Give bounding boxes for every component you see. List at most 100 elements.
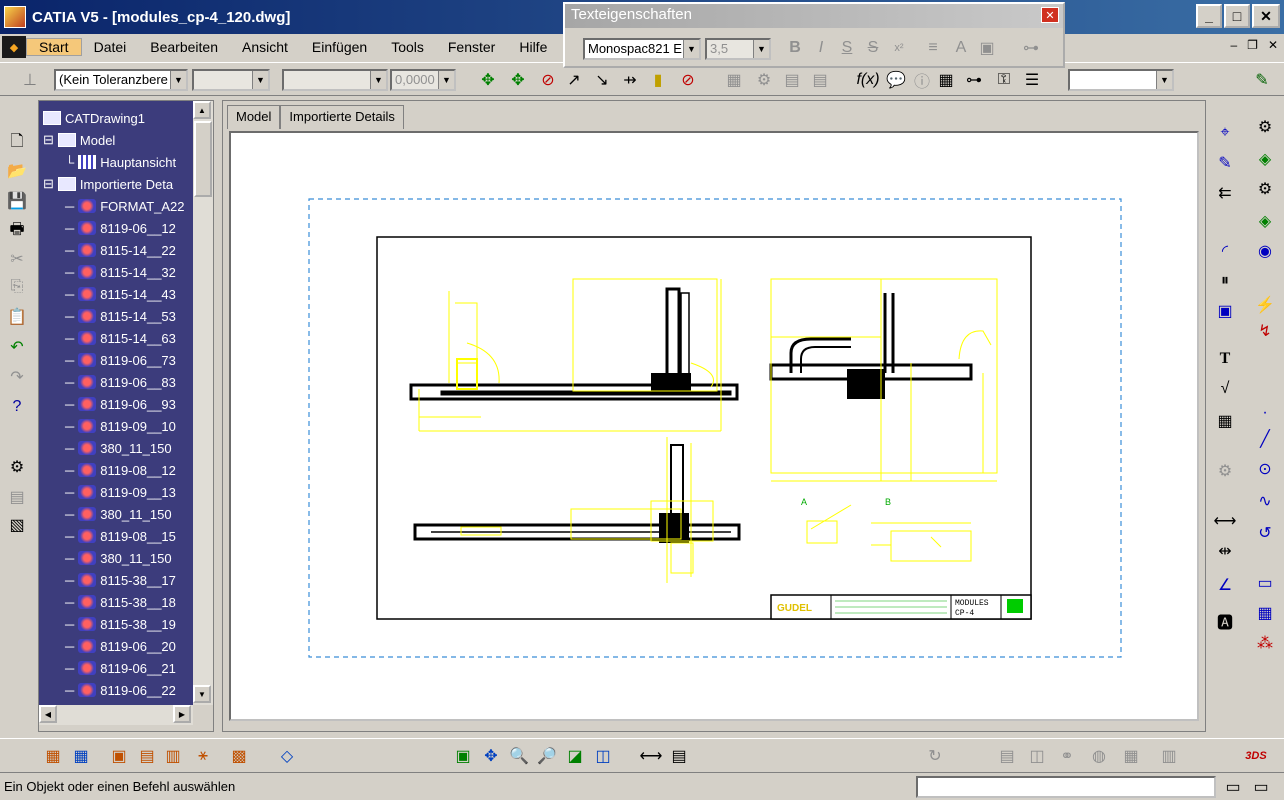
catalog-icon[interactable]: ▦	[1120, 745, 1142, 767]
tree-detail-item[interactable]: ─ 380_11_150	[65, 503, 193, 525]
window-view-icon[interactable]: ◫	[592, 745, 614, 767]
underline-icon[interactable]: S	[835, 36, 859, 60]
table-grid-icon[interactable]: ▦	[934, 68, 958, 92]
formula-icon[interactable]: f(x)	[856, 68, 880, 92]
bold-icon[interactable]: B	[783, 36, 807, 60]
settings-icon[interactable]: ⚙	[6, 456, 28, 478]
mdi-close-button[interactable]: ✕	[1268, 38, 1278, 52]
text-icon[interactable]: T	[1214, 348, 1236, 370]
frame-view-icon[interactable]: ▣	[1214, 300, 1236, 322]
snap-icon[interactable]: ⊘	[536, 68, 560, 92]
bars-icon[interactable]: ☰	[1020, 68, 1044, 92]
tree-detail-item[interactable]: ─ FORMAT_A22	[65, 195, 193, 217]
zoom-out-icon[interactable]: 🔎	[536, 745, 558, 767]
arrows-icon[interactable]: ⇸	[618, 68, 642, 92]
lock-icon[interactable]: ⚿	[992, 68, 1016, 92]
tree-horizontal-scrollbar[interactable]: ◀ ▶	[39, 705, 193, 725]
tree-detail-item[interactable]: ─ 8119-06__12	[65, 217, 193, 239]
tab-model[interactable]: Model	[227, 105, 281, 129]
print-icon[interactable]: 🖶	[6, 220, 28, 242]
menu-ansicht[interactable]: Ansicht	[230, 39, 300, 55]
grid-alt-icon[interactable]: ▤	[808, 68, 832, 92]
sketch-icon[interactable]: ✎	[1250, 68, 1274, 92]
properties-icon[interactable]: ▤	[6, 486, 28, 508]
frame-icon[interactable]: ▣	[975, 36, 999, 60]
tree-detail-item[interactable]: ─ 8115-38__17	[65, 569, 193, 591]
pan-icon[interactable]: ✥	[480, 745, 502, 767]
comment-icon[interactable]: 💬	[884, 68, 908, 92]
circle-icon[interactable]: ⊙	[1254, 458, 1276, 480]
strikethrough-icon[interactable]: S	[861, 36, 885, 60]
superscript-icon[interactable]: x²	[887, 36, 911, 60]
eraser-icon[interactable]: ◇	[276, 745, 298, 767]
red-line-icon[interactable]: ↯	[1254, 320, 1276, 342]
line-icon[interactable]: ╱	[1254, 428, 1276, 450]
diagonal-icon[interactable]: ↘	[590, 68, 614, 92]
info-icon[interactable]: ⓘ	[910, 68, 934, 92]
maximize-button[interactable]: □	[1224, 4, 1250, 28]
text-size-icon[interactable]: A	[949, 36, 973, 60]
table-icon[interactable]: ▦	[1214, 410, 1236, 432]
grid-icon[interactable]: ▤	[780, 68, 804, 92]
italic-icon[interactable]: I	[809, 36, 833, 60]
tree-imported[interactable]: ⊟ Importierte Deta	[43, 173, 193, 195]
minimize-button[interactable]: _	[1196, 4, 1222, 28]
drawing-canvas[interactable]: A B GUDEL MODULES CP-4	[229, 131, 1199, 721]
catia-app-icon[interactable]	[4, 6, 26, 28]
tree-detail-item[interactable]: ─ 8119-06__20	[65, 635, 193, 657]
move-alt-icon[interactable]: ✥	[506, 68, 530, 92]
help-icon[interactable]: ?	[6, 396, 28, 418]
angle-icon[interactable]: ↗	[562, 68, 586, 92]
status-icon-a[interactable]: ▭	[1222, 776, 1244, 798]
arc-icon[interactable]: ◜	[1214, 240, 1236, 262]
cursor-icon[interactable]: ⚹	[192, 745, 214, 767]
align-icon[interactable]: ≡	[921, 36, 945, 60]
tree-detail-item[interactable]: ─ 8115-14__22	[65, 239, 193, 261]
tree-detail-item[interactable]: ─ 8115-38__18	[65, 591, 193, 613]
precision-combo[interactable]: ▼	[282, 69, 388, 91]
undo-icon[interactable]: ↶	[6, 336, 28, 358]
compare-icon[interactable]: ◫	[1026, 745, 1048, 767]
update-icon[interactable]: ▤	[996, 745, 1018, 767]
text-properties-title-bar[interactable]: Texteigenschaften ✕	[565, 4, 1063, 28]
view-icon[interactable]: ◈	[1254, 148, 1276, 170]
link-icon[interactable]: ⚭	[1056, 745, 1078, 767]
save-icon[interactable]: 💾	[6, 190, 28, 212]
copy-icon[interactable]: ⎘	[6, 276, 28, 298]
tree-detail-item[interactable]: ─ 8119-09__13	[65, 481, 193, 503]
menu-hilfe[interactable]: Hilfe	[507, 39, 559, 55]
gear-table-icon[interactable]: ⚙	[752, 68, 776, 92]
tree-model[interactable]: ⊟ Model	[43, 129, 193, 151]
snap-grid-icon[interactable]: ▦	[70, 745, 92, 767]
tree-detail-item[interactable]: ─ 8119-08__15	[65, 525, 193, 547]
point-icon[interactable]: ·	[1254, 402, 1276, 424]
scroll-up-button[interactable]: ▲	[193, 101, 211, 119]
dimension-icon[interactable]: ⟷	[1214, 510, 1237, 532]
chart-icon[interactable]: ▥	[1158, 745, 1180, 767]
redo-icon[interactable]: ↷	[6, 366, 28, 388]
numeric-combo[interactable]: 0,0000 ▼	[390, 69, 456, 91]
tree-detail-item[interactable]: ─ 8115-14__43	[65, 283, 193, 305]
scroll-left-button[interactable]: ◀	[39, 705, 57, 723]
fit-all-icon[interactable]: ▣	[452, 745, 474, 767]
dimension-alt-icon[interactable]: ⇹	[1214, 540, 1236, 562]
tolerance-icon[interactable]: ⊥	[18, 68, 42, 92]
open-folder-icon[interactable]: 📂	[6, 160, 28, 182]
rectangle-icon[interactable]: ▭	[1254, 572, 1276, 594]
tree-detail-item[interactable]: ─ 8119-06__83	[65, 371, 193, 393]
annotation-icon[interactable]: 🅰	[1214, 610, 1236, 632]
tree-detail-item[interactable]: ─ 8115-14__32	[65, 261, 193, 283]
tree-detail-item[interactable]: ─ 8119-09__10	[65, 415, 193, 437]
mdi-minimize-button[interactable]: –	[1230, 38, 1237, 52]
analysis-icon[interactable]: ▤	[668, 745, 690, 767]
close-button[interactable]: ✕	[1252, 4, 1280, 28]
scroll-down-button[interactable]: ▼	[193, 685, 211, 703]
wire-icon[interactable]: ⚡	[1254, 294, 1276, 316]
tree-detail-item[interactable]: ─ 8119-06__93	[65, 393, 193, 415]
menu-bearbeiten[interactable]: Bearbeiten	[138, 39, 230, 55]
tree-detail-item[interactable]: ─ 8119-06__21	[65, 657, 193, 679]
angle-dim-icon[interactable]: ∠	[1214, 574, 1236, 596]
target-icon[interactable]: ⌖	[1214, 122, 1236, 144]
cut-icon[interactable]: ✂	[6, 248, 28, 270]
multi-icon[interactable]: ⁂	[1254, 632, 1276, 654]
